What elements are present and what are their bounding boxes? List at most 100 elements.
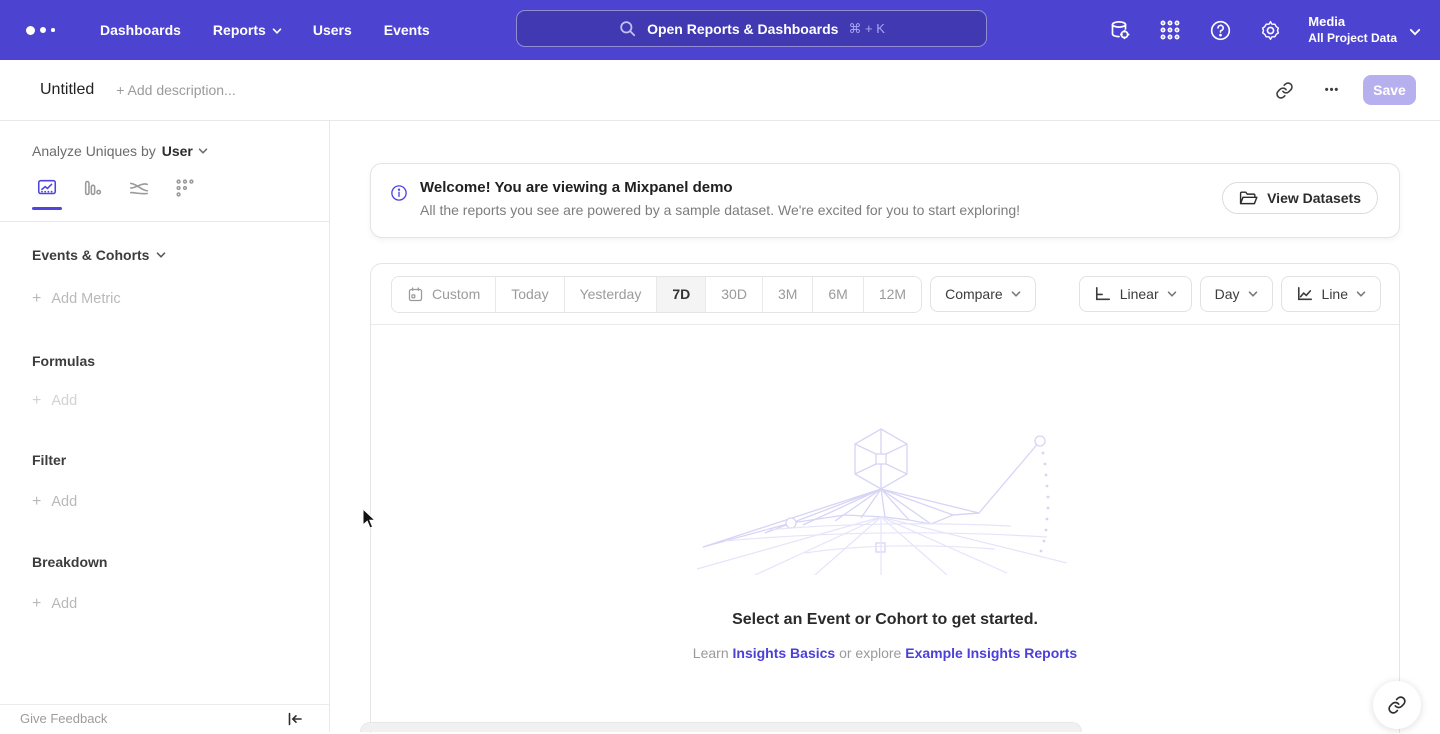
- date-range-custom-label: Custom: [432, 286, 480, 302]
- section-events-cohorts[interactable]: Events & Cohorts: [32, 247, 329, 263]
- global-search-input[interactable]: Open Reports & Dashboards ⌘ + K: [516, 10, 987, 47]
- empty-state-links: Learn Insights Basics or explore Example…: [693, 645, 1077, 661]
- date-range-7d[interactable]: 7D: [657, 277, 706, 312]
- info-icon: [390, 184, 408, 207]
- chevron-down-icon: [272, 26, 281, 35]
- folder-icon: [1239, 190, 1258, 207]
- report-header: Untitled + Add description... ••• Save: [0, 60, 1440, 121]
- project-switcher[interactable]: Media All Project Data: [1308, 14, 1418, 45]
- calendar-icon: [407, 286, 424, 303]
- add-filter-button[interactable]: + Add: [32, 493, 329, 511]
- date-range-today-label: Today: [511, 286, 548, 302]
- copy-link-icon[interactable]: [1267, 75, 1301, 105]
- top-navbar: Dashboards Reports Users Events Open Rep…: [0, 0, 1440, 60]
- scale-selector-button[interactable]: Linear: [1079, 276, 1192, 312]
- interval-selector-button[interactable]: Day: [1200, 276, 1273, 312]
- date-range-today[interactable]: Today: [496, 277, 564, 312]
- chart-type-selector-button[interactable]: Line: [1281, 276, 1381, 312]
- report-title[interactable]: Untitled: [40, 81, 94, 99]
- date-range-12m[interactable]: 12M: [864, 277, 921, 312]
- nav-users[interactable]: Users: [297, 14, 368, 46]
- add-breakdown-label: Add: [51, 596, 77, 612]
- plus-icon: +: [32, 595, 41, 613]
- tab-metrics[interactable]: [170, 177, 200, 199]
- nav-events-label: Events: [384, 22, 430, 38]
- chevron-down-icon: [1248, 289, 1258, 299]
- navbar-right: Media All Project Data: [1108, 0, 1418, 60]
- tab-line-chart[interactable]: [32, 177, 62, 210]
- chart-type-tabs: [0, 177, 329, 222]
- nav-dashboards[interactable]: Dashboards: [84, 14, 197, 46]
- share-link-fab[interactable]: [1373, 681, 1421, 729]
- next-section-panel-edge: [360, 722, 1082, 732]
- filter-label: Filter: [32, 452, 66, 468]
- date-range-selector: Custom Today Yesterday 7D 30D 3M 6M 12M: [391, 276, 922, 313]
- nav-reports-label: Reports: [213, 22, 266, 38]
- nav-events[interactable]: Events: [368, 14, 446, 46]
- apps-grid-icon[interactable]: [1158, 18, 1182, 42]
- date-range-6m[interactable]: 6M: [813, 277, 863, 312]
- mixpanel-logo-icon[interactable]: [26, 26, 66, 35]
- analyze-by-dropdown[interactable]: User: [162, 143, 208, 159]
- add-filter-label: Add: [51, 494, 77, 510]
- chevron-down-icon: [1011, 289, 1021, 299]
- date-range-3m[interactable]: 3M: [763, 277, 813, 312]
- formulas-label: Formulas: [32, 353, 95, 369]
- data-management-icon[interactable]: [1108, 18, 1132, 42]
- date-range-6m-label: 6M: [828, 286, 847, 302]
- chart-type-label: Line: [1322, 286, 1348, 302]
- welcome-banner: Welcome! You are viewing a Mixpanel demo…: [370, 163, 1400, 238]
- sidebar-footer: Give Feedback: [0, 704, 329, 732]
- chevron-down-icon: [1356, 289, 1366, 299]
- date-range-yesterday[interactable]: Yesterday: [565, 277, 658, 312]
- or-explore-text: or explore: [835, 645, 905, 661]
- empty-state-title: Select an Event or Cohort to get started…: [732, 611, 1038, 629]
- chevron-down-icon: [1167, 289, 1177, 299]
- project-name: Media: [1308, 14, 1397, 30]
- nav-users-label: Users: [313, 22, 352, 38]
- plus-icon: +: [32, 290, 41, 308]
- date-range-7d-label: 7D: [672, 286, 690, 302]
- section-filter: Filter: [32, 452, 329, 468]
- linear-axis-icon: [1094, 286, 1112, 302]
- empty-state: Select an Event or Cohort to get started…: [371, 325, 1399, 734]
- query-builder-sidebar: Analyze Uniques by User: [0, 121, 330, 732]
- events-cohorts-label: Events & Cohorts: [32, 247, 149, 263]
- breakdown-label: Breakdown: [32, 554, 107, 570]
- tab-flow-chart[interactable]: [124, 177, 154, 199]
- add-formula-button[interactable]: + Add: [32, 392, 329, 410]
- add-metric-button[interactable]: + Add Metric: [32, 290, 329, 308]
- selected-tab-underline: [32, 207, 62, 210]
- add-breakdown-button[interactable]: + Add: [32, 595, 329, 613]
- insights-basics-link[interactable]: Insights Basics: [733, 645, 836, 661]
- analyze-uniques-label: Analyze Uniques by: [32, 143, 156, 159]
- collapse-sidebar-icon[interactable]: [287, 712, 303, 726]
- interval-label: Day: [1215, 286, 1240, 302]
- chevron-down-icon: [1409, 26, 1418, 35]
- date-range-30d-label: 30D: [721, 286, 747, 302]
- date-range-custom[interactable]: Custom: [392, 277, 496, 312]
- compare-button[interactable]: Compare: [930, 276, 1036, 312]
- section-formulas: Formulas: [32, 353, 329, 369]
- banner-subtitle: All the reports you see are powered by a…: [420, 202, 1020, 218]
- report-description-placeholder[interactable]: + Add description...: [116, 82, 235, 98]
- chart-controls-row: Custom Today Yesterday 7D 30D 3M 6M 12M …: [371, 264, 1399, 312]
- date-range-30d[interactable]: 30D: [706, 277, 763, 312]
- report-main-area: Welcome! You are viewing a Mixpanel demo…: [331, 121, 1440, 732]
- search-shortcut: ⌘ + K: [848, 21, 885, 37]
- give-feedback-link[interactable]: Give Feedback: [20, 711, 107, 726]
- help-icon[interactable]: [1208, 18, 1232, 42]
- view-datasets-button[interactable]: View Datasets: [1222, 182, 1378, 214]
- compare-label: Compare: [945, 286, 1003, 302]
- date-range-12m-label: 12M: [879, 286, 906, 302]
- view-datasets-label: View Datasets: [1267, 190, 1361, 206]
- save-button[interactable]: Save: [1363, 75, 1416, 105]
- analyze-by-value: User: [162, 143, 193, 159]
- tab-bar-chart[interactable]: [78, 177, 108, 199]
- settings-gear-icon[interactable]: [1258, 18, 1282, 42]
- date-range-3m-label: 3M: [778, 286, 797, 302]
- nav-reports[interactable]: Reports: [197, 14, 297, 46]
- search-icon: [618, 19, 637, 38]
- more-options-button[interactable]: •••: [1315, 75, 1349, 105]
- example-insights-reports-link[interactable]: Example Insights Reports: [905, 645, 1077, 661]
